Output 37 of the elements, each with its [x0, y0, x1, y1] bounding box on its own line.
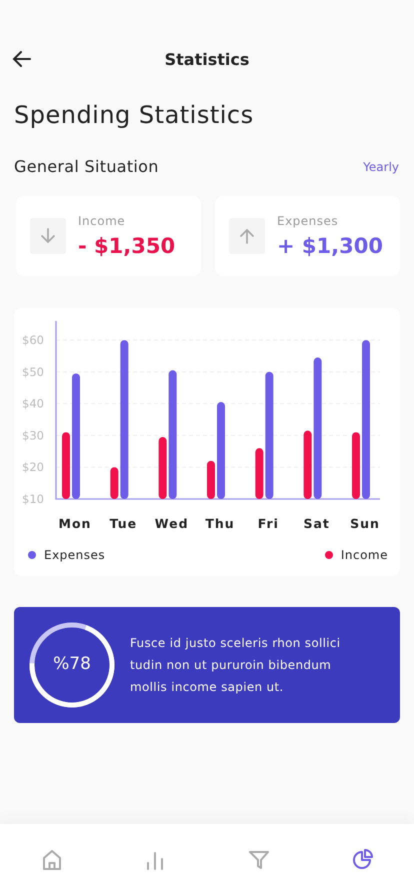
bar: [158, 437, 167, 499]
x-axis-label: Thu: [205, 516, 235, 531]
bar: [110, 467, 118, 499]
y-axis-label: $40: [22, 396, 44, 411]
bar: [255, 448, 264, 499]
x-axis-label: Tue: [110, 516, 138, 531]
card-amount: + $1,300: [277, 234, 383, 258]
y-axis-label: $10: [22, 492, 44, 506]
bar: [352, 432, 360, 499]
bar: [207, 460, 215, 499]
y-axis-label: $20: [22, 460, 44, 474]
period-selector[interactable]: Yearly: [363, 160, 399, 174]
bar: [62, 432, 70, 499]
card-label: Expenses: [277, 214, 340, 228]
pie-chart-icon: [350, 848, 374, 872]
legend-label: Expenses: [44, 548, 106, 562]
x-axis-label: Sun: [350, 516, 380, 531]
legend-label: Income: [340, 548, 388, 562]
x-axis-label: Wed: [154, 516, 189, 531]
page-title: Spending Statistics: [14, 101, 255, 131]
filter-icon: [246, 848, 271, 872]
down-arrow-icon: [38, 226, 58, 246]
y-axis-label: $60: [22, 333, 44, 348]
x-axis-label: Fri: [258, 516, 279, 531]
section-title: General Situation: [14, 157, 159, 176]
card-amount: - $1,350: [78, 234, 176, 258]
y-axis-label: $50: [22, 364, 44, 379]
up-arrow-icon: [237, 226, 257, 246]
banner-text: Fusce id justo sceleris rhon sollici tudin non ut pururoin bibendum mollis income sapien ut.: [130, 635, 342, 696]
y-axis-label: $30: [22, 428, 44, 442]
card-label: Income: [78, 214, 126, 228]
back-button[interactable]: [12, 49, 32, 69]
screen-title: Statistics: [164, 50, 250, 68]
x-axis-label: Sat: [303, 516, 330, 531]
x-axis-label: Mon: [58, 516, 92, 531]
bar: [304, 430, 312, 499]
progress-label: %78: [52, 654, 92, 674]
